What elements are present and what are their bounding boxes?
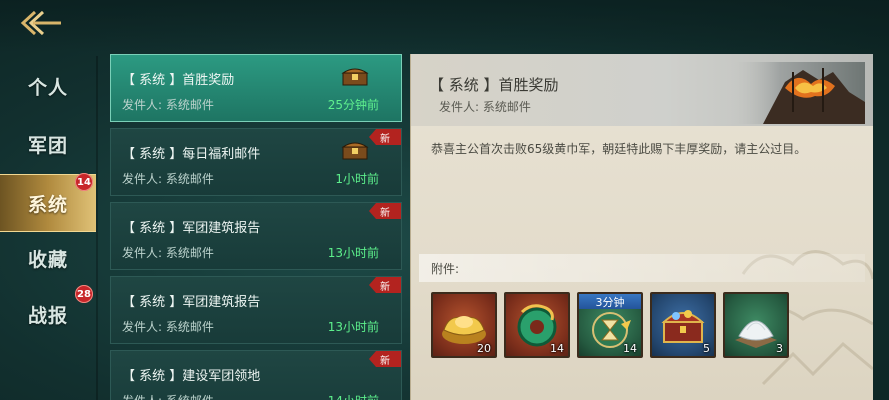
mail-sender: 发件人: 系统邮件 bbox=[122, 392, 214, 400]
new-tag: 新 bbox=[369, 277, 401, 293]
back-button[interactable] bbox=[14, 6, 68, 40]
mail-body: 恭喜主公首次击败65级黄巾军，朝廷特此赐下丰厚奖励，请主公过目。 bbox=[431, 142, 807, 156]
tab-label: 军团 bbox=[27, 134, 68, 157]
detail-header: 【 系统 】首胜奖励 发件人: 系统邮件 bbox=[411, 54, 873, 126]
divider bbox=[96, 56, 98, 400]
tab-label: 收藏 bbox=[27, 248, 68, 271]
unread-badge: 28 bbox=[75, 285, 93, 303]
detail-sender: 发件人: 系统邮件 bbox=[439, 100, 531, 114]
tab-personal[interactable]: 个人 bbox=[0, 58, 96, 114]
attachment-chest-icon bbox=[341, 68, 369, 86]
attachment-chest-icon bbox=[341, 142, 369, 160]
mail-detail-panel: 【 系统 】首胜奖励 发件人: 系统邮件 恭喜主公首次击败65级黄巾军，朝廷特此… bbox=[410, 54, 873, 400]
new-tag: 新 bbox=[369, 129, 401, 145]
item-quantity: 5 bbox=[703, 342, 710, 355]
left-tab-bar: 个人 军团 系统 14 收藏 战报 28 bbox=[0, 56, 96, 400]
detail-title: 【 系统 】首胜奖励 bbox=[429, 76, 559, 94]
tab-label: 系统 bbox=[27, 193, 68, 216]
mail-sender: 发件人: 系统邮件 bbox=[122, 320, 214, 334]
attachment-item[interactable]: 14 bbox=[504, 292, 570, 358]
tab-system[interactable]: 系统 14 bbox=[0, 173, 96, 232]
mail-list[interactable]: 【 系统 】首胜奖励 发件人: 系统邮件 25分钟前 新 【 系统 】每日福利邮… bbox=[110, 54, 404, 400]
item-quantity: 20 bbox=[477, 342, 491, 355]
mail-item[interactable]: 新 【 系统 】每日福利邮件 发件人: 系统邮件 1小时前 bbox=[110, 128, 402, 196]
mail-sender: 发件人: 系统邮件 bbox=[122, 98, 214, 112]
mail-title: 【 系统 】建设军团领地 bbox=[122, 369, 261, 384]
item-quantity: 14 bbox=[623, 342, 637, 355]
item-duration-tag: 3分钟 bbox=[579, 294, 641, 309]
tab-legion[interactable]: 军团 bbox=[0, 116, 96, 172]
new-tag: 新 bbox=[369, 203, 401, 219]
mail-title: 【 系统 】军团建筑报告 bbox=[122, 295, 261, 310]
tab-label: 战报 bbox=[27, 304, 68, 327]
tab-favorites[interactable]: 收藏 bbox=[0, 230, 96, 286]
attachment-bar: 附件: bbox=[419, 254, 865, 282]
back-arrow-icon bbox=[20, 10, 61, 36]
mail-time: 13小时前 bbox=[327, 320, 379, 334]
top-bar bbox=[0, 0, 889, 52]
mail-time: 25分钟前 bbox=[327, 98, 379, 112]
mail-sender: 发件人: 系统邮件 bbox=[122, 246, 214, 260]
mail-title: 【 系统 】军团建筑报告 bbox=[122, 221, 261, 236]
mail-time: 13小时前 bbox=[327, 246, 379, 260]
item-quantity: 14 bbox=[550, 342, 564, 355]
mail-item[interactable]: 新 【 系统 】军团建筑报告 发件人: 系统邮件 13小时前 bbox=[110, 202, 402, 270]
tab-label: 个人 bbox=[27, 76, 68, 99]
new-tag: 新 bbox=[369, 351, 401, 367]
attachment-item[interactable]: 5 bbox=[650, 292, 716, 358]
mail-time: 14小时前 bbox=[328, 392, 379, 400]
attachment-label: 附件: bbox=[431, 262, 460, 276]
mail-time: 1小时前 bbox=[335, 172, 379, 186]
mail-item[interactable]: 【 系统 】首胜奖励 发件人: 系统邮件 25分钟前 bbox=[110, 54, 402, 122]
mail-item[interactable]: 新 【 系统 】军团建筑报告 发件人: 系统邮件 13小时前 bbox=[110, 276, 402, 344]
unread-badge: 14 bbox=[75, 173, 93, 191]
tab-battle-report[interactable]: 战报 28 bbox=[0, 285, 96, 342]
mail-title: 【 系统 】首胜奖励 bbox=[122, 73, 235, 88]
attachment-item[interactable]: 20 bbox=[431, 292, 497, 358]
mail-title: 【 系统 】每日福利邮件 bbox=[122, 147, 261, 162]
mail-item[interactable]: 新 【 系统 】建设军团领地 发件人: 系统邮件 14小时前 bbox=[110, 350, 402, 400]
mail-sender: 发件人: 系统邮件 bbox=[122, 172, 214, 186]
attachment-item[interactable]: 3分钟 14 bbox=[577, 292, 643, 358]
attachment-item[interactable]: 3 bbox=[723, 292, 789, 358]
item-quantity: 3 bbox=[776, 342, 783, 355]
burning-ship-illustration bbox=[723, 62, 865, 124]
